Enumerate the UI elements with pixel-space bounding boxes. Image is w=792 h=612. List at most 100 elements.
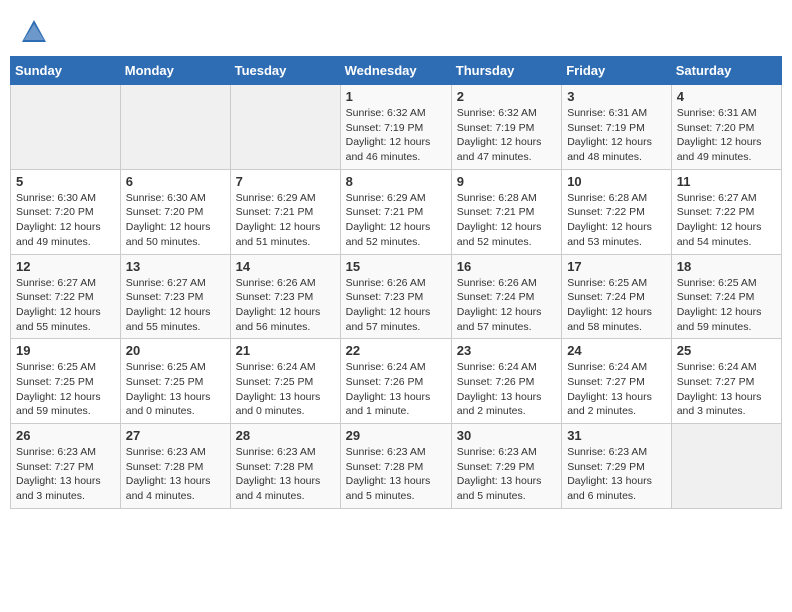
day-number: 6 <box>126 174 225 189</box>
calendar-cell: 7 Sunrise: 6:29 AMSunset: 7:21 PMDaylight… <box>230 169 340 254</box>
weekday-header-thursday: Thursday <box>451 57 561 85</box>
day-info: Sunrise: 6:23 AMSunset: 7:28 PMDaylight:… <box>236 445 335 504</box>
day-number: 8 <box>346 174 446 189</box>
day-number: 30 <box>457 428 556 443</box>
day-number: 18 <box>677 259 776 274</box>
day-info: Sunrise: 6:25 AMSunset: 7:25 PMDaylight:… <box>126 360 225 419</box>
day-info: Sunrise: 6:23 AMSunset: 7:29 PMDaylight:… <box>457 445 556 504</box>
day-info: Sunrise: 6:24 AMSunset: 7:27 PMDaylight:… <box>567 360 666 419</box>
calendar-cell: 9Sunrise: 6:28 AMSunset: 7:21 PMDaylight… <box>451 169 561 254</box>
weekday-header-tuesday: Tuesday <box>230 57 340 85</box>
day-info: Sunrise: 6:23 AMSunset: 7:27 PMDaylight:… <box>16 445 115 504</box>
day-info: Sunrise: 6:27 AMSunset: 7:22 PMDaylight:… <box>677 191 776 250</box>
calendar-header: SundayMondayTuesdayWednesdayThursdayFrid… <box>11 57 782 85</box>
calendar-cell: 27 Sunrise: 6:23 AMSunset: 7:28 PMDayligh… <box>120 424 230 509</box>
day-number: 25 <box>677 343 776 358</box>
day-info: Sunrise: 6:28 AMSunset: 7:22 PMDaylight:… <box>567 191 666 250</box>
day-info: Sunrise: 6:29 AMSunset: 7:21 PMDaylight:… <box>236 191 335 250</box>
day-number: 14 <box>236 259 335 274</box>
calendar-cell: 6 Sunrise: 6:30 AMSunset: 7:20 PMDaylight… <box>120 169 230 254</box>
day-number: 15 <box>346 259 446 274</box>
day-number: 22 <box>346 343 446 358</box>
calendar-cell <box>230 85 340 170</box>
calendar-body: 1 Sunrise: 6:32 AMSunset: 7:19 PMDaylight… <box>11 85 782 509</box>
calendar-cell: 4 Sunrise: 6:31 AMSunset: 7:20 PMDaylight… <box>671 85 781 170</box>
calendar-cell <box>671 424 781 509</box>
calendar-cell: 14 Sunrise: 6:26 AMSunset: 7:23 PMDayligh… <box>230 254 340 339</box>
day-number: 4 <box>677 89 776 104</box>
calendar-cell: 8 Sunrise: 6:29 AMSunset: 7:21 PMDaylight… <box>340 169 451 254</box>
calendar-cell: 2 Sunrise: 6:32 AMSunset: 7:19 PMDaylight… <box>451 85 561 170</box>
calendar-cell: 1 Sunrise: 6:32 AMSunset: 7:19 PMDaylight… <box>340 85 451 170</box>
day-info: Sunrise: 6:26 AMSunset: 7:23 PMDaylight:… <box>236 276 335 335</box>
calendar-cell: 5 Sunrise: 6:30 AMSunset: 7:20 PMDaylight… <box>11 169 121 254</box>
calendar-cell <box>11 85 121 170</box>
calendar-cell: 10 Sunrise: 6:28 AMSunset: 7:22 PMDayligh… <box>562 169 672 254</box>
calendar-cell: 3Sunrise: 6:31 AMSunset: 7:19 PMDaylight… <box>562 85 672 170</box>
day-number: 17 <box>567 259 666 274</box>
calendar-cell: 18 Sunrise: 6:25 AMSunset: 7:24 PMDayligh… <box>671 254 781 339</box>
calendar-cell: 31 Sunrise: 6:23 AMSunset: 7:29 PMDayligh… <box>562 424 672 509</box>
day-info: Sunrise: 6:25 AMSunset: 7:24 PMDaylight:… <box>677 276 776 335</box>
day-number: 5 <box>16 174 115 189</box>
calendar-cell: 28 Sunrise: 6:23 AMSunset: 7:28 PMDayligh… <box>230 424 340 509</box>
day-info: Sunrise: 6:31 AMSunset: 7:20 PMDaylight:… <box>677 106 776 165</box>
day-info: Sunrise: 6:27 AMSunset: 7:22 PMDaylight:… <box>16 276 115 335</box>
day-number: 19 <box>16 343 115 358</box>
day-info: Sunrise: 6:26 AMSunset: 7:24 PMDaylight:… <box>457 276 556 335</box>
calendar-cell: 16 Sunrise: 6:26 AMSunset: 7:24 PMDayligh… <box>451 254 561 339</box>
day-info: Sunrise: 6:29 AMSunset: 7:21 PMDaylight:… <box>346 191 446 250</box>
calendar-week-5: 26 Sunrise: 6:23 AMSunset: 7:27 PMDayligh… <box>11 424 782 509</box>
calendar-cell: 12 Sunrise: 6:27 AMSunset: 7:22 PMDayligh… <box>11 254 121 339</box>
day-info: Sunrise: 6:24 AMSunset: 7:26 PMDaylight:… <box>457 360 556 419</box>
day-number: 29 <box>346 428 446 443</box>
day-info: Sunrise: 6:23 AMSunset: 7:28 PMDaylight:… <box>126 445 225 504</box>
calendar-cell: 29 Sunrise: 6:23 AMSunset: 7:28 PMDayligh… <box>340 424 451 509</box>
weekday-header-sunday: Sunday <box>11 57 121 85</box>
day-info: Sunrise: 6:27 AMSunset: 7:23 PMDaylight:… <box>126 276 225 335</box>
calendar-table: SundayMondayTuesdayWednesdayThursdayFrid… <box>10 56 782 509</box>
calendar-cell: 19Sunrise: 6:25 AMSunset: 7:25 PMDayligh… <box>11 339 121 424</box>
day-info: Sunrise: 6:30 AMSunset: 7:20 PMDaylight:… <box>126 191 225 250</box>
day-info: Sunrise: 6:24 AMSunset: 7:25 PMDaylight:… <box>236 360 335 419</box>
calendar-cell: 24 Sunrise: 6:24 AMSunset: 7:27 PMDayligh… <box>562 339 672 424</box>
day-number: 24 <box>567 343 666 358</box>
calendar-week-1: 1 Sunrise: 6:32 AMSunset: 7:19 PMDaylight… <box>11 85 782 170</box>
weekday-header-wednesday: Wednesday <box>340 57 451 85</box>
day-number: 26 <box>16 428 115 443</box>
day-number: 27 <box>126 428 225 443</box>
weekday-header-monday: Monday <box>120 57 230 85</box>
day-info: Sunrise: 6:23 AMSunset: 7:28 PMDaylight:… <box>346 445 446 504</box>
weekday-header-friday: Friday <box>562 57 672 85</box>
day-number: 13 <box>126 259 225 274</box>
day-number: 21 <box>236 343 335 358</box>
calendar-cell: 11 Sunrise: 6:27 AMSunset: 7:22 PMDayligh… <box>671 169 781 254</box>
day-number: 7 <box>236 174 335 189</box>
day-info: Sunrise: 6:23 AMSunset: 7:29 PMDaylight:… <box>567 445 666 504</box>
day-number: 2 <box>457 89 556 104</box>
day-info: Sunrise: 6:24 AMSunset: 7:26 PMDaylight:… <box>346 360 446 419</box>
weekday-row: SundayMondayTuesdayWednesdayThursdayFrid… <box>11 57 782 85</box>
day-number: 10 <box>567 174 666 189</box>
day-number: 1 <box>346 89 446 104</box>
day-number: 28 <box>236 428 335 443</box>
day-number: 31 <box>567 428 666 443</box>
day-info: Sunrise: 6:32 AMSunset: 7:19 PMDaylight:… <box>346 106 446 165</box>
day-info: Sunrise: 6:30 AMSunset: 7:20 PMDaylight:… <box>16 191 115 250</box>
calendar-cell: 20Sunrise: 6:25 AMSunset: 7:25 PMDayligh… <box>120 339 230 424</box>
calendar-cell <box>120 85 230 170</box>
weekday-header-saturday: Saturday <box>671 57 781 85</box>
calendar-cell: 25Sunrise: 6:24 AMSunset: 7:27 PMDayligh… <box>671 339 781 424</box>
calendar-cell: 23Sunrise: 6:24 AMSunset: 7:26 PMDayligh… <box>451 339 561 424</box>
day-info: Sunrise: 6:26 AMSunset: 7:23 PMDaylight:… <box>346 276 446 335</box>
day-info: Sunrise: 6:28 AMSunset: 7:21 PMDaylight:… <box>457 191 556 250</box>
day-number: 3 <box>567 89 666 104</box>
day-info: Sunrise: 6:25 AMSunset: 7:24 PMDaylight:… <box>567 276 666 335</box>
page-header <box>10 10 782 52</box>
calendar-week-3: 12 Sunrise: 6:27 AMSunset: 7:22 PMDayligh… <box>11 254 782 339</box>
calendar-cell: 22 Sunrise: 6:24 AMSunset: 7:26 PMDayligh… <box>340 339 451 424</box>
day-number: 12 <box>16 259 115 274</box>
day-number: 16 <box>457 259 556 274</box>
day-number: 11 <box>677 174 776 189</box>
day-info: Sunrise: 6:32 AMSunset: 7:19 PMDaylight:… <box>457 106 556 165</box>
